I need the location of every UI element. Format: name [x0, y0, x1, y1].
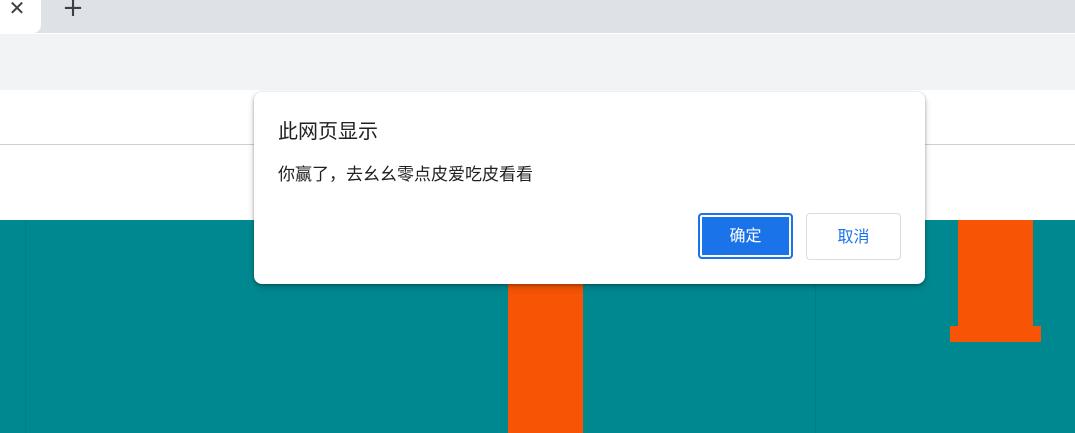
- tab-strip: ✕ +: [0, 0, 1075, 33]
- close-icon[interactable]: ✕: [6, 0, 28, 20]
- game-line: [25, 220, 26, 433]
- plus-icon[interactable]: +: [60, 0, 86, 21]
- dialog-title: 此网页显示: [278, 119, 378, 143]
- browser-window: ✕ + 此网页显示 你赢了，去幺幺零点皮爱吃皮看看 确定 取消: [0, 0, 1075, 433]
- alert-dialog: 此网页显示 你赢了，去幺幺零点皮爱吃皮看看 确定 取消: [254, 92, 925, 284]
- pipe-obstacle: [958, 220, 1033, 326]
- pipe-cap: [950, 326, 1041, 342]
- browser-toolbar: [0, 33, 1075, 91]
- dialog-message: 你赢了，去幺幺零点皮爱吃皮看看: [278, 165, 533, 185]
- active-tab[interactable]: ✕: [0, 0, 41, 33]
- ok-button[interactable]: 确定: [698, 213, 793, 259]
- cancel-button[interactable]: 取消: [806, 213, 901, 260]
